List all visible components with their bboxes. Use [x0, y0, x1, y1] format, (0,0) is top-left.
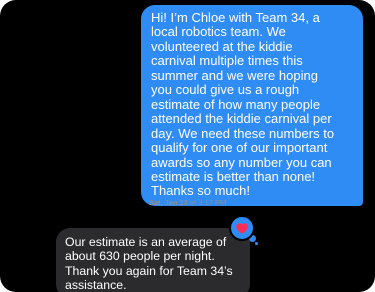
screenshot-frame: Hi! I’m Chloe with Team 34, a local robo…: [0, 0, 375, 292]
messages-screen: Hi! I’m Chloe with Team 34, a local robo…: [0, 0, 375, 292]
tapback-reaction[interactable]: [229, 215, 255, 241]
timestamp-date: Sat, Jan 13: [148, 198, 188, 207]
outgoing-message-bubble[interactable]: Hi! I’m Chloe with Team 34, a local robo…: [141, 5, 363, 206]
incoming-message-bubble[interactable]: Our estimate is an average of about 630 …: [56, 228, 250, 292]
timestamp-time: at 3:17 PM: [187, 198, 227, 207]
heart-icon: [236, 222, 248, 234]
reaction-tail-dot-small: [255, 242, 258, 245]
message-timestamp: Sat, Jan 13 at 3:17 PM: [0, 198, 375, 207]
